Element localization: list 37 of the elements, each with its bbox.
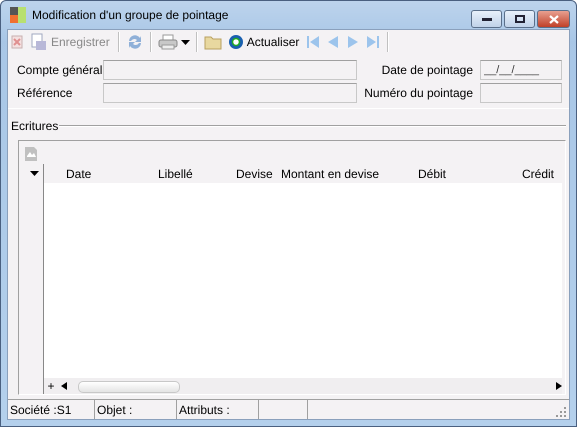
- caret-icon[interactable]: [30, 171, 38, 176]
- scroll-left-icon[interactable]: [61, 382, 67, 390]
- minimize-button[interactable]: [471, 10, 502, 28]
- field-label: Numéro du pointage: [363, 86, 474, 100]
- refresh-button[interactable]: Actualiser: [226, 33, 302, 51]
- window-title: Modification d'un groupe de pointage: [32, 8, 228, 22]
- maximize-icon: [514, 15, 524, 23]
- input-field[interactable]: [103, 60, 357, 80]
- status-text: Attributs :: [179, 402, 230, 416]
- column-header[interactable]: Libellé: [158, 166, 193, 180]
- maximize-button[interactable]: [504, 10, 535, 28]
- refresh-icon: [228, 34, 244, 50]
- status-text: Objet :: [97, 402, 132, 416]
- close-button[interactable]: [537, 10, 570, 28]
- field-label: Référence: [17, 86, 74, 100]
- scroll-right-icon[interactable]: [556, 382, 562, 390]
- column-header[interactable]: Montant en devise: [281, 166, 380, 180]
- field-label: Compte général: [17, 63, 103, 77]
- image-icon[interactable]: [25, 147, 37, 161]
- column-header[interactable]: Débit: [418, 166, 446, 180]
- input-field[interactable]: [480, 83, 562, 103]
- column-header[interactable]: Crédit: [522, 166, 554, 180]
- document-icon: [30, 33, 48, 51]
- add-button[interactable]: +: [44, 379, 58, 393]
- minimize-icon: [482, 18, 492, 20]
- field-label: Date de pointage: [380, 63, 474, 77]
- scrollbar-thumb[interactable]: [78, 381, 180, 393]
- status-text: Société :S1: [10, 402, 72, 416]
- app-icon: [10, 7, 26, 23]
- column-header[interactable]: Date: [66, 166, 92, 180]
- input-field[interactable]: __/__/____: [480, 60, 562, 80]
- folder-icon[interactable]: [204, 34, 222, 50]
- close-icon: [548, 14, 558, 24]
- column-header[interactable]: Devise: [236, 166, 273, 180]
- group-title: Ecritures: [11, 119, 58, 133]
- resize-grip-icon[interactable]: [556, 407, 566, 417]
- input-field[interactable]: [103, 83, 357, 103]
